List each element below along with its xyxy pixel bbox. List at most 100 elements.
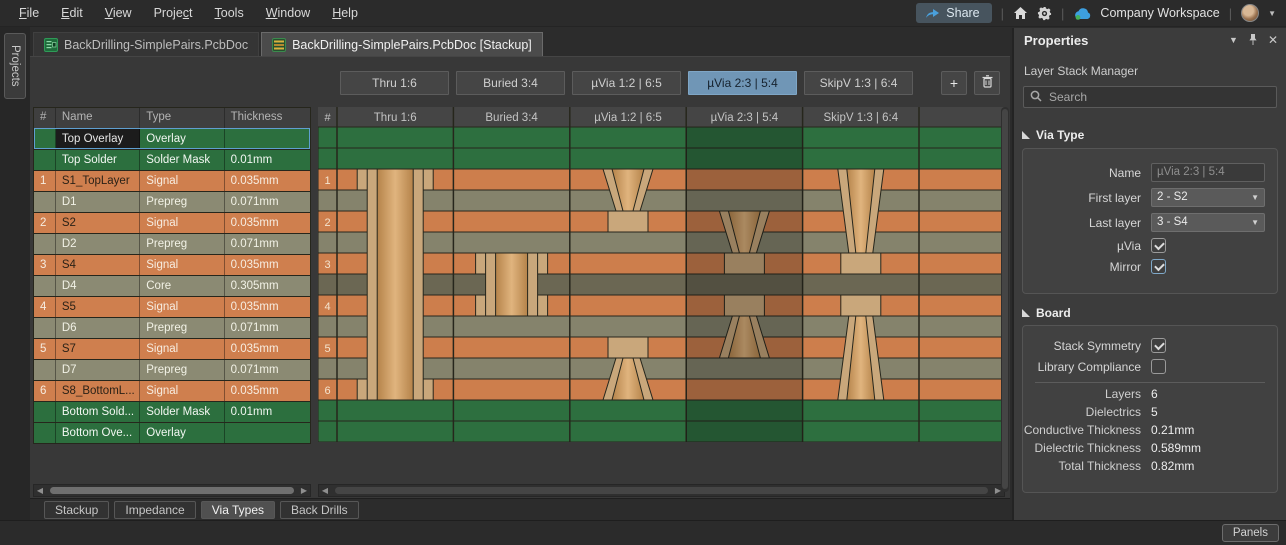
stat-row-layers: Layers6 [1023, 387, 1277, 401]
cell-num [34, 402, 56, 422]
document-tab-bar: BackDrilling-SimplePairs.PcbDocBackDrill… [30, 27, 1010, 56]
via-type-group: Name µVia 2:3 | 5:4 First layer 2 - S2 ▼… [1022, 148, 1278, 294]
cross-section-horizontal-scrollbar[interactable]: ◀ ▶ [318, 484, 1005, 497]
bottom-tab-stackup[interactable]: Stackup [44, 501, 109, 519]
table-row-Bottom Sold...[interactable]: Bottom Sold...Solder Mask0.01mm [34, 401, 310, 422]
via-type-button-3[interactable]: µVia 2:3 | 5:4 [688, 71, 797, 95]
table-row-S5[interactable]: 4S5Signal0.035mm [34, 296, 310, 317]
first-layer-label: First layer [1023, 191, 1151, 205]
stackup-icon [272, 38, 286, 52]
cell-num: 3 [34, 255, 56, 275]
bottom-tab-via-types[interactable]: Via Types [201, 501, 275, 519]
table-row-S1_TopLayer[interactable]: 1S1_TopLayerSignal0.035mm [34, 170, 310, 191]
cloud-workspace-icon [1073, 7, 1091, 20]
svg-text:4: 4 [324, 301, 330, 313]
close-icon[interactable]: ✕ [1268, 33, 1278, 47]
bottom-tab-impedance[interactable]: Impedance [114, 501, 195, 519]
cell-thick: 0.035mm [225, 213, 310, 233]
via-type-button-4[interactable]: SkipV 1:3 | 6:4 [804, 71, 913, 95]
scroll-left-arrow-icon[interactable]: ◀ [319, 486, 331, 495]
scrollbar-thumb[interactable] [335, 487, 988, 494]
menu-item-file[interactable]: File [8, 0, 50, 27]
collapse-triangle-icon [1022, 131, 1030, 139]
panel-subtitle: Layer Stack Manager [1024, 64, 1138, 78]
stat-label: Dielectric Thickness [1023, 441, 1151, 455]
library-compliance-checkbox[interactable] [1151, 359, 1166, 374]
home-icon[interactable] [1013, 6, 1028, 20]
workspace-label[interactable]: Company Workspace [1100, 6, 1219, 20]
search-icon [1030, 90, 1042, 105]
stackup-cross-section[interactable]: #Thru 1:6Buried 3:4µVia 1:2 | 6:5µVia 2:… [318, 107, 1005, 445]
menu-item-tools[interactable]: Tools [204, 0, 255, 27]
table-row-Top Solder[interactable]: Top SolderSolder Mask0.01mm [34, 149, 310, 170]
cell-num [34, 318, 56, 338]
column-header-thickness: Thickness [225, 108, 310, 128]
cell-thick [225, 129, 310, 149]
svg-text:2: 2 [324, 217, 330, 229]
table-row-D7[interactable]: D7Prepreg0.071mm [34, 359, 310, 380]
avatar[interactable] [1241, 4, 1259, 22]
table-row-S7[interactable]: 5S7Signal0.035mm [34, 338, 310, 359]
search-input[interactable] [1049, 90, 1270, 104]
chevron-down-icon[interactable]: ▼ [1268, 9, 1276, 18]
uvia-checkbox[interactable] [1151, 238, 1166, 253]
section-title: Via Type [1036, 128, 1084, 142]
scroll-right-arrow-icon[interactable]: ▶ [298, 486, 310, 495]
table-row-D4[interactable]: D4Core0.305mm [34, 275, 310, 296]
stat-value: 0.589mm [1151, 441, 1201, 455]
delete-via-type-button[interactable] [974, 71, 1000, 95]
cell-thick: 0.071mm [225, 234, 310, 254]
section-header-via-type[interactable]: Via Type [1022, 128, 1084, 142]
search-box[interactable] [1023, 86, 1277, 108]
table-horizontal-scrollbar[interactable]: ◀ ▶ [33, 484, 311, 497]
via-type-button-0[interactable]: Thru 1:6 [340, 71, 449, 95]
cell-thick: 0.01mm [225, 150, 310, 170]
menu-item-help[interactable]: Help [321, 0, 369, 27]
table-row-D6[interactable]: D6Prepreg0.071mm [34, 317, 310, 338]
table-row-S8_BottomL...[interactable]: 6S8_BottomL...Signal0.035mm [34, 380, 310, 401]
cell-num: 4 [34, 297, 56, 317]
cell-num [34, 129, 56, 149]
via-name-field[interactable]: µVia 2:3 | 5:4 [1151, 163, 1265, 182]
menu-item-view[interactable]: View [94, 0, 143, 27]
table-row-S2[interactable]: 2S2Signal0.035mm [34, 212, 310, 233]
status-bar: Panels [0, 520, 1286, 545]
sidebar-tab-projects[interactable]: Projects [4, 33, 26, 99]
table-row-S4[interactable]: 3S4Signal0.035mm [34, 254, 310, 275]
document-tab-0[interactable]: BackDrilling-SimplePairs.PcbDoc [33, 32, 259, 56]
menu-item-window[interactable]: Window [255, 0, 321, 27]
vertical-scrollbar[interactable] [1001, 107, 1009, 492]
stat-label: Dielectrics [1023, 405, 1151, 419]
first-layer-dropdown[interactable]: 2 - S2 ▼ [1151, 188, 1265, 207]
table-row-D2[interactable]: D2Prepreg0.071mm [34, 233, 310, 254]
scrollbar-thumb[interactable] [1002, 109, 1008, 489]
via-type-button-2[interactable]: µVia 1:2 | 6:5 [572, 71, 681, 95]
gear-icon[interactable] [1037, 6, 1052, 21]
share-button[interactable]: Share [916, 3, 991, 23]
mirror-label: Mirror [1023, 260, 1151, 274]
pin-icon[interactable] [1248, 33, 1258, 48]
document-tab-1[interactable]: BackDrilling-SimplePairs.PcbDoc [Stackup… [261, 32, 543, 56]
menu-item-project[interactable]: Project [143, 0, 204, 27]
panels-button[interactable]: Panels [1222, 524, 1279, 542]
table-row-D1[interactable]: D1Prepreg0.071mm [34, 191, 310, 212]
cell-type: Signal [140, 339, 224, 359]
cell-num: 5 [34, 339, 56, 359]
scroll-left-arrow-icon[interactable]: ◀ [34, 486, 46, 495]
chevron-down-icon[interactable]: ▼ [1229, 35, 1238, 45]
section-header-board[interactable]: Board [1022, 306, 1071, 320]
mirror-checkbox[interactable] [1151, 259, 1166, 274]
last-layer-dropdown[interactable]: 3 - S4 ▼ [1151, 213, 1265, 232]
menu-item-edit[interactable]: Edit [50, 0, 94, 27]
add-via-type-button[interactable]: + [941, 71, 967, 95]
scrollbar-thumb[interactable] [50, 487, 294, 494]
column-header-name: Name [56, 108, 140, 128]
cell-type: Solder Mask [140, 402, 224, 422]
stack-symmetry-checkbox[interactable] [1151, 338, 1166, 353]
table-row-Bottom Ove...[interactable]: Bottom Ove...Overlay [34, 422, 310, 443]
via-type-button-1[interactable]: Buried 3:4 [456, 71, 565, 95]
stat-label: Conductive Thickness [1023, 423, 1151, 437]
table-row-Top Overlay[interactable]: Top OverlayOverlay [34, 128, 310, 149]
bottom-tab-back-drills[interactable]: Back Drills [280, 501, 359, 519]
trash-icon [982, 75, 993, 91]
